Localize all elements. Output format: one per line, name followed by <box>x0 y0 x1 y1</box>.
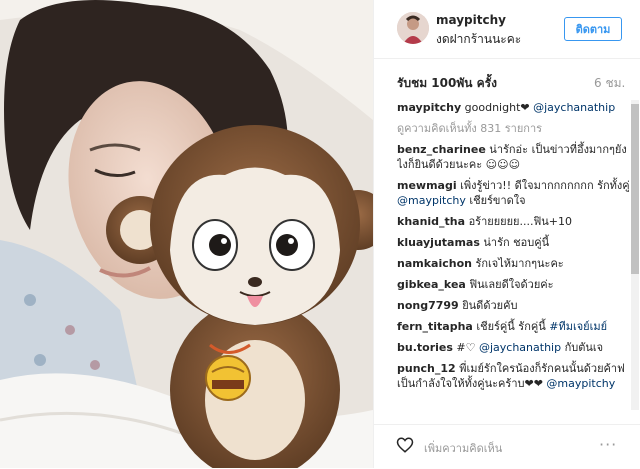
comment-item: fern_titapha เชียร์คู่นี้ รักคู่นี้ #ทีม… <box>397 319 630 334</box>
comment-footer: เพิ่มความคิดเห็น ··· <box>374 424 640 469</box>
comment-mention[interactable]: @jaychanathip <box>479 341 561 354</box>
caption-username[interactable]: maypitchy <box>397 101 461 114</box>
comment-text: ยินดีด้วยคับ <box>462 299 518 312</box>
comment-mention[interactable]: @maypitchy <box>546 377 615 390</box>
comment-item: nong7799 ยินดีด้วยคับ <box>397 298 630 313</box>
avatar[interactable] <box>397 12 429 44</box>
comment-mention[interactable]: @maypitchy <box>397 194 466 207</box>
heart-outline-icon[interactable] <box>396 436 414 454</box>
comment-text-tail: เชียร์ขาดใจ <box>465 194 526 207</box>
comment-item: bu.tories #♡ @jaychanathip กับตันเจ <box>397 340 630 355</box>
post-dialog: maypitchy งดฝากร้านนะคะ ติดตาม รับชม 100… <box>0 0 640 468</box>
comment-username[interactable]: gibkea_kea <box>397 278 466 291</box>
comment-text: เพิ่งรู้ข่าว!! ดีใจมากกกกกกก รักทั้งคู่ <box>460 179 630 192</box>
comment-item: kluayjutamas น่ารัก ชอบคู่นี้ <box>397 235 630 250</box>
comment-username[interactable]: benz_charinee <box>397 143 486 156</box>
comment-item: gibkea_kea ฟินเลยดีใจด้วยค่ะ <box>397 277 630 292</box>
comment-item: khanid_tha อร้ายยยยย....ฟิน+10 <box>397 214 630 229</box>
comment-text: ฟินเลยดีใจด้วยค่ะ <box>469 278 554 291</box>
post-header: maypitchy งดฝากร้านนะคะ ติดตาม <box>374 0 640 59</box>
comment-text: รักเจไห้มากๆนะคะ <box>475 257 564 270</box>
comment-username[interactable]: namkaichon <box>397 257 472 270</box>
avatar-image <box>397 12 429 44</box>
view-all-comments-link[interactable]: ดูความคิดเห็นทั้ง 831 รายการ <box>397 121 630 136</box>
comment-text: #♡ <box>456 341 479 354</box>
comment-username[interactable]: fern_titapha <box>397 320 473 333</box>
comment-username[interactable]: nong7799 <box>397 299 459 312</box>
view-count: รับชม 100พัน ครั้ง <box>397 76 497 90</box>
more-dots-icon[interactable]: ··· <box>599 435 617 454</box>
comment-text: อร้ายยยยย....ฟิน+10 <box>468 215 572 228</box>
post-photo[interactable] <box>0 0 373 468</box>
comment-username[interactable]: kluayjutamas <box>397 236 480 249</box>
photo-illustration <box>0 0 373 468</box>
comment-list[interactable]: maypitchy goodnight❤ @jaychanathip ดูควา… <box>397 100 630 410</box>
comment-username[interactable]: mewmagi <box>397 179 457 192</box>
header-location[interactable]: งดฝากร้านนะคะ <box>436 30 521 49</box>
comment-text-tail: กับตันเจ <box>561 341 604 354</box>
comment-text: เชียร์คู่นี้ รักคู่นี้ <box>476 320 550 333</box>
comment-username[interactable]: punch_12 <box>397 362 456 375</box>
comment-hashtag[interactable]: #ทีมเจย์เมย์ <box>549 320 607 333</box>
comment-text: น่ารัก ชอบคู่นี้ <box>483 236 550 249</box>
comment-item: benz_charinee น่ารักอ่ะ เป็นข่าวที่อึ้งม… <box>397 142 630 172</box>
header-username[interactable]: maypitchy <box>436 13 506 27</box>
post-side-panel: maypitchy งดฝากร้านนะคะ ติดตาม รับชม 100… <box>373 0 640 468</box>
comment-username[interactable]: khanid_tha <box>397 215 465 228</box>
comment-username[interactable]: bu.tories <box>397 341 453 354</box>
comment-item: punch_12 พี่เมย์รักใครน้องก็รักคนนั้นด้ว… <box>397 361 630 391</box>
caption-mention[interactable]: @jaychanathip <box>533 101 615 114</box>
post-time[interactable]: 6 ชม. <box>594 74 625 93</box>
caption: maypitchy goodnight❤ @jaychanathip <box>397 100 630 115</box>
scrollbar-thumb[interactable] <box>631 104 639 274</box>
comment-item: namkaichon รักเจไห้มากๆนะคะ <box>397 256 630 271</box>
comment-scrollbar[interactable] <box>631 100 639 410</box>
comment-item: mewmagi เพิ่งรู้ข่าว!! ดีใจมากกกกกกก รัก… <box>397 178 630 208</box>
caption-text: goodnight❤ <box>464 101 534 114</box>
follow-button[interactable]: ติดตาม <box>564 17 622 41</box>
add-comment-input[interactable]: เพิ่มความคิดเห็น <box>424 439 502 457</box>
